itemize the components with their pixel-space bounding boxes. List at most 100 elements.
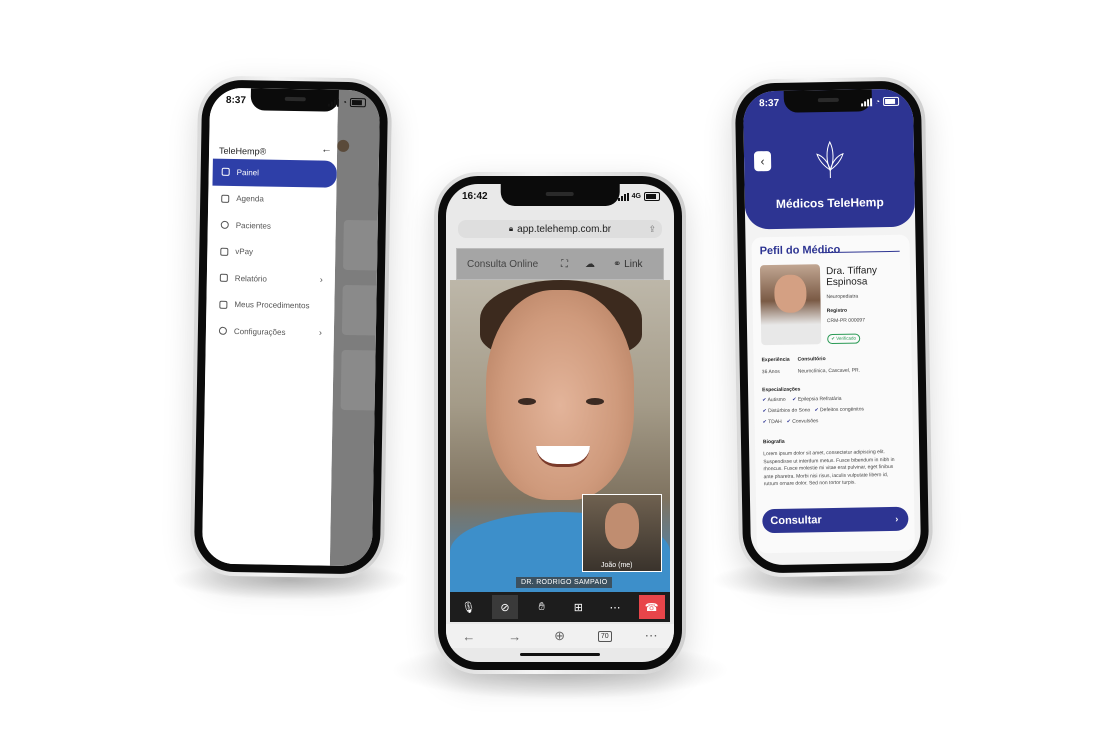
remote-participant-face [486,290,634,500]
remote-video: João (me) DR. RODRIGO SAMPAIO [450,280,670,592]
registry-label: Registro [826,307,848,315]
ellipsis-icon: ⋯ [609,601,621,614]
status-icons: 4G [617,192,660,201]
link-icon: ⚭ [613,258,622,270]
nav-item-label: Pacientes [235,220,271,231]
link-button[interactable]: ⚭ Link [613,259,643,270]
phone-center: 16:42 4G 🔒︎ app.telehemp.com.br ⇪ Consul… [434,172,686,674]
nav-item-relatorio[interactable]: Relatório › [211,265,335,294]
end-call-button[interactable]: ☎︎ [638,595,665,619]
nav-item-label: Agenda [236,194,264,204]
header-title: Médicos TeleHemp [775,195,884,211]
call-toolbar: Consulta Online ⛶ ☁ ⚭ Link [456,248,664,280]
network-type: 4G [631,193,641,200]
fullscreen-icon[interactable]: ⛶ [561,259,568,270]
raise-hand-button[interactable]: ✋︎ [529,595,555,619]
hang-up-icon: ☎︎ [644,601,659,614]
forward-icon[interactable]: → [508,629,521,644]
nav-item-painel[interactable]: Painel [212,158,337,188]
experience-value: 36 Anos [761,368,780,376]
nav-item-procedimentos[interactable]: Meus Procedimentos [210,291,334,320]
registry-value: CRM-PR 000097 [826,317,866,325]
dimmed-content[interactable] [329,89,381,567]
nav-item-label: vPay [235,247,254,257]
section-title: Pefil do Médico [759,243,841,258]
back-arrow-icon[interactable]: ← [321,143,332,155]
nav-item-agenda[interactable]: Agenda [212,185,336,214]
bio-label: Biografia [762,438,785,446]
bio-text: Lorem ipsum dolor sit amet, consectetur … [763,449,895,488]
home-indicator [520,653,600,656]
office-value: Neuroclínica, Cascavel, PR. [797,367,861,375]
status-icons: ◔ [861,96,900,107]
report-icon [219,274,228,283]
status-icons: ◔ [328,98,367,108]
browser-toolbar: ← → ⊕ 70 ⋯ [446,624,674,648]
screen-video-call: 16:42 4G 🔒︎ app.telehemp.com.br ⇪ Consul… [446,184,674,662]
nav-item-label: Configurações [233,326,286,337]
nav-item-label: Painel [236,167,260,178]
camera-off-icon: ⊘ [500,601,510,614]
brand-logo: TeleHemp® [218,145,267,157]
microphone-icon: 🎙︎ [461,601,476,614]
self-video-preview[interactable]: João (me) [582,494,662,572]
nav-item-pacientes[interactable]: Pacientes [212,212,336,241]
consult-button[interactable]: Consultar › [762,506,909,534]
chevron-left-icon: ‹ [760,154,765,169]
doctor-specialty: Neuropediatra [826,293,859,301]
specializations-label: Especializações [762,386,801,394]
specialization-item: ✔ TDAH [762,418,782,426]
upload-cloud-icon[interactable]: ☁ [585,259,595,270]
status-time: 8:37 [225,94,247,107]
specialization-item: ✔ Convulsões [786,418,819,425]
nav-menu: Painel Agenda Pacientes vPay Relatório ›… [210,158,337,347]
microphone-button[interactable]: 🎙︎ [455,595,481,619]
lock-icon: 🔒︎ [508,224,514,233]
doctor-profile-card: Pefil do Médico Dra. Tiffany Espinosa Ne… [751,234,915,554]
specialization-item: ✔ Distúrbios do Sono [762,407,811,415]
share-icon[interactable]: ⇪ [648,224,656,235]
gear-icon [218,326,227,336]
menu-dots-icon[interactable]: ⋯ [645,628,658,644]
hand-icon: ✋︎ [538,600,545,613]
tabs-count[interactable]: 70 [597,630,612,642]
navigation-drawer: TeleHemp® ← Painel Agenda Pacientes vPay… [201,87,339,566]
doctor-photo [759,264,822,346]
more-options-button[interactable]: ⋯ [602,595,628,619]
layout-button[interactable]: ⊞ [565,595,591,619]
grid-icon [221,168,230,177]
nav-item-label: Meus Procedimentos [234,300,310,311]
camera-off-button[interactable]: ⊘ [491,595,518,619]
procedures-icon [219,300,228,309]
chevron-right-icon: › [318,327,322,338]
back-button[interactable]: ‹ [753,151,772,172]
phone-left: 8:37 ◔ TeleHemp® ← Painel Agenda Pacient… [189,75,393,579]
screen-menu: 8:37 ◔ TeleHemp® ← Painel Agenda Pacient… [201,87,381,567]
nav-item-configuracoes[interactable]: Configurações › [210,318,334,347]
nav-item-label: Relatório [234,273,267,284]
experience-label: Experiência [761,356,790,364]
verified-badge: ✔ Verificado [827,333,861,345]
nav-item-vpay[interactable]: vPay [211,238,335,267]
calendar-icon [221,194,230,203]
specialization-item: ✔ Epilepsia Refratária [792,395,842,403]
back-icon[interactable]: ← [462,629,475,644]
remote-name-tag: DR. RODRIGO SAMPAIO [516,577,613,588]
specialization-item: ✔ Defeitos congênitos [814,406,865,414]
chevron-right-icon: › [895,513,899,524]
wallet-icon [220,247,229,256]
users-icon [220,221,229,230]
new-tab-icon[interactable]: ⊕ [554,628,565,644]
url-text: app.telehemp.com.br [517,223,612,235]
url-bar[interactable]: 🔒︎ app.telehemp.com.br ⇪ [458,220,662,238]
office-label: Consultório [797,356,826,363]
screen-doctor-profile: 8:37 ◔ ‹ Médicos TeleHemp Pefil do Médic… [742,88,922,566]
consult-button-label: Consultar [770,514,822,528]
phone-right: 8:37 ◔ ‹ Médicos TeleHemp Pefil do Médic… [730,76,934,578]
status-time: 16:42 [462,191,488,202]
status-time: 8:37 [758,97,780,110]
self-video-label: João (me) [601,562,633,569]
leaf-logo-icon [816,140,844,179]
doctor-name: Dra. Tiffany Espinosa [825,265,878,289]
chevron-right-icon: › [319,274,323,285]
